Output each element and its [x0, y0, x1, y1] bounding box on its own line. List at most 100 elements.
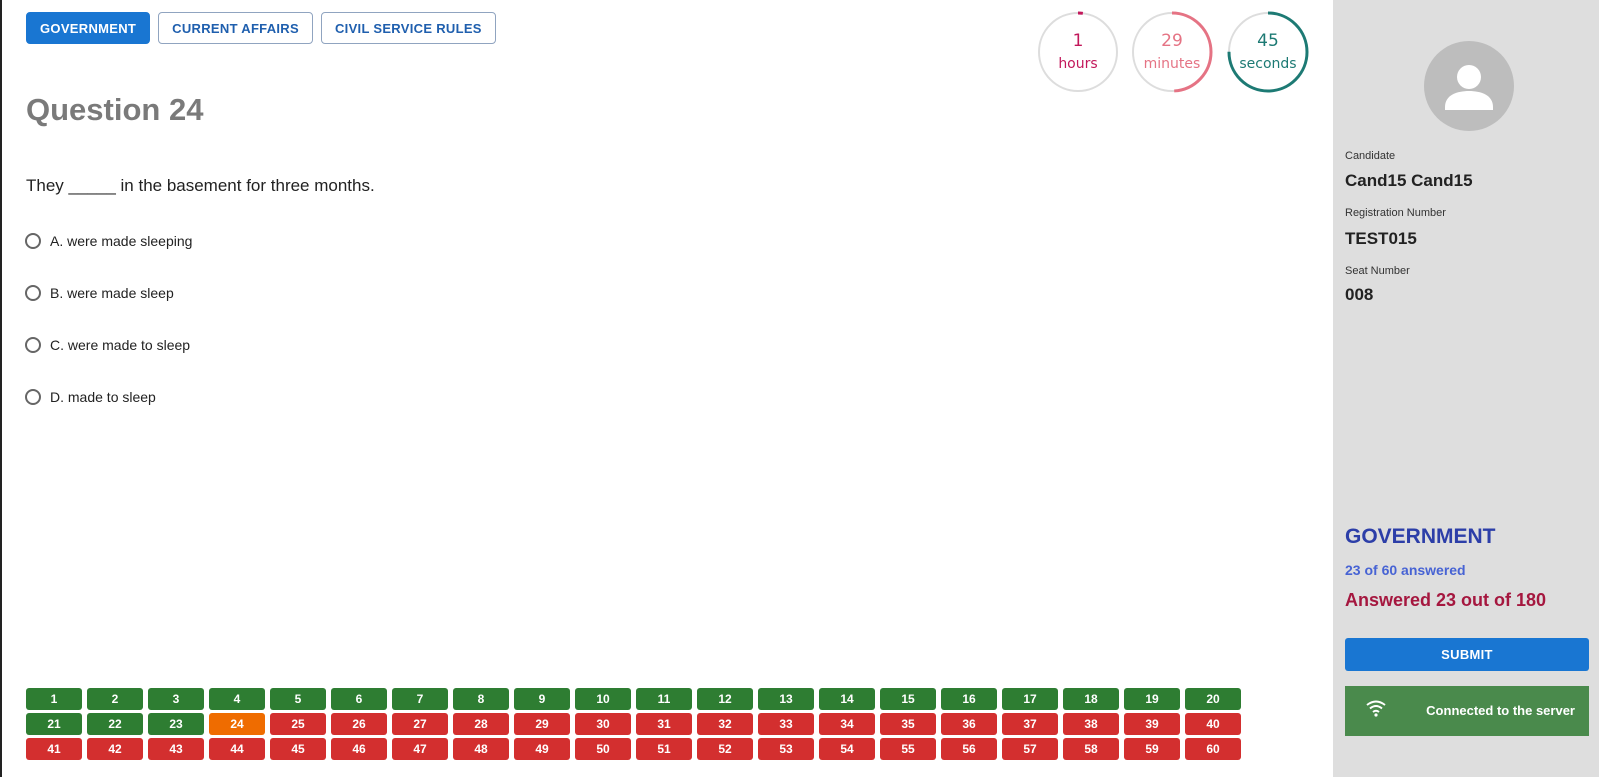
- question-nav-button-8[interactable]: 8: [453, 688, 509, 710]
- question-nav-button-30[interactable]: 30: [575, 713, 631, 735]
- question-nav-button-38[interactable]: 38: [1063, 713, 1119, 735]
- question-nav-button-14[interactable]: 14: [819, 688, 875, 710]
- question-nav-button-5[interactable]: 5: [270, 688, 326, 710]
- question-nav-button-13[interactable]: 13: [758, 688, 814, 710]
- question-nav-button-35[interactable]: 35: [880, 713, 936, 735]
- radio-button[interactable]: [25, 285, 41, 301]
- question-nav-button-41[interactable]: 41: [26, 738, 82, 760]
- connection-text: Connected to the server: [1426, 703, 1575, 718]
- connection-status: Connected to the server: [1345, 686, 1589, 736]
- question-nav-button-21[interactable]: 21: [26, 713, 82, 735]
- tab-civil-service-rules[interactable]: CIVIL SERVICE RULES: [320, 12, 496, 44]
- question-nav-button-3[interactable]: 3: [148, 688, 204, 710]
- question-nav-button-11[interactable]: 11: [636, 688, 692, 710]
- registration-label: Registration Number: [1345, 207, 1446, 219]
- radio-button[interactable]: [25, 337, 41, 353]
- tab-current-affairs[interactable]: CURRENT AFFAIRS: [158, 12, 313, 44]
- timer-hours-value: 1: [1072, 31, 1084, 51]
- timer-minutes-unit: minutes: [1143, 56, 1201, 72]
- question-nav-button-51[interactable]: 51: [636, 738, 692, 760]
- option-a[interactable]: A. were made sleeping: [25, 233, 192, 249]
- candidate-label: Candidate: [1345, 150, 1396, 162]
- timer-minutes-ring: [1131, 11, 1213, 93]
- timer-minutes: 29 minutes: [1131, 11, 1213, 93]
- question-nav-button-54[interactable]: 54: [819, 738, 875, 760]
- question-nav-button-28[interactable]: 28: [453, 713, 509, 735]
- question-nav-button-7[interactable]: 7: [392, 688, 448, 710]
- question-title: Question 24: [26, 92, 204, 127]
- timer-hours: 1 hours: [1037, 11, 1119, 93]
- question-nav-button-9[interactable]: 9: [514, 688, 570, 710]
- question-nav-button-56[interactable]: 56: [941, 738, 997, 760]
- question-nav-button-4[interactable]: 4: [209, 688, 265, 710]
- section-answered-count: 23 of 60 answered: [1345, 562, 1466, 578]
- question-nav-button-43[interactable]: 43: [148, 738, 204, 760]
- question-nav-button-15[interactable]: 15: [880, 688, 936, 710]
- radio-button[interactable]: [25, 389, 41, 405]
- timer-seconds-value: 45: [1257, 31, 1279, 51]
- question-nav-button-46[interactable]: 46: [331, 738, 387, 760]
- seat-number: 008: [1345, 285, 1374, 304]
- total-answered-count: Answered 23 out of 180: [1345, 590, 1547, 610]
- option-d[interactable]: D. made to sleep: [25, 389, 156, 405]
- question-nav-button-40[interactable]: 40: [1185, 713, 1241, 735]
- question-nav-button-20[interactable]: 20: [1185, 688, 1241, 710]
- question-nav-button-48[interactable]: 48: [453, 738, 509, 760]
- question-nav-button-33[interactable]: 33: [758, 713, 814, 735]
- option-b[interactable]: B. were made sleep: [25, 285, 174, 301]
- timer-seconds-unit: seconds: [1239, 56, 1297, 72]
- option-label: C. were made to sleep: [50, 337, 191, 353]
- section-name: GOVERNMENT: [1345, 525, 1496, 548]
- question-nav-button-50[interactable]: 50: [575, 738, 631, 760]
- question-nav-button-2[interactable]: 2: [87, 688, 143, 710]
- question-nav-button-53[interactable]: 53: [758, 738, 814, 760]
- question-nav-button-39[interactable]: 39: [1124, 713, 1180, 735]
- submit-button[interactable]: SUBMIT: [1345, 638, 1589, 671]
- registration-number: TEST015: [1345, 229, 1417, 248]
- question-navigator: 1 2 3 4 5 6 7 8 9 10 11 12 13 14 15 16 17 18 19 20 21 22 23 24 2…: [26, 688, 1241, 760]
- timer-hours-ring: [1037, 11, 1119, 93]
- question-nav-button-47[interactable]: 47: [392, 738, 448, 760]
- option-label: B. were made sleep: [50, 285, 174, 301]
- question-nav-button-19[interactable]: 19: [1124, 688, 1180, 710]
- option-label: D. made to sleep: [50, 389, 156, 405]
- question-nav-button-31[interactable]: 31: [636, 713, 692, 735]
- question-nav-button-29[interactable]: 29: [514, 713, 570, 735]
- question-nav-button-1[interactable]: 1: [26, 688, 82, 710]
- option-c[interactable]: C. were made to sleep: [25, 337, 190, 353]
- question-nav-button-44[interactable]: 44: [209, 738, 265, 760]
- question-nav-button-24[interactable]: 24: [209, 713, 265, 735]
- question-nav-button-25[interactable]: 25: [270, 713, 326, 735]
- question-nav-button-27[interactable]: 27: [392, 713, 448, 735]
- question-nav-button-59[interactable]: 59: [1124, 738, 1180, 760]
- question-nav-button-6[interactable]: 6: [331, 688, 387, 710]
- question-nav-button-36[interactable]: 36: [941, 713, 997, 735]
- question-nav-button-34[interactable]: 34: [819, 713, 875, 735]
- question-nav-button-58[interactable]: 58: [1063, 738, 1119, 760]
- question-nav-button-45[interactable]: 45: [270, 738, 326, 760]
- question-nav-button-42[interactable]: 42: [87, 738, 143, 760]
- question-nav-button-22[interactable]: 22: [87, 713, 143, 735]
- question-nav-button-17[interactable]: 17: [1002, 688, 1058, 710]
- question-nav-button-37[interactable]: 37: [1002, 713, 1058, 735]
- option-label: A. were made sleeping: [50, 233, 193, 249]
- question-nav-button-52[interactable]: 52: [697, 738, 753, 760]
- question-nav-button-12[interactable]: 12: [697, 688, 753, 710]
- question-nav-button-26[interactable]: 26: [331, 713, 387, 735]
- question-nav-button-49[interactable]: 49: [514, 738, 570, 760]
- question-nav-button-55[interactable]: 55: [880, 738, 936, 760]
- candidate-sidebar: Candidate Cand15 Cand15 Registration Num…: [1333, 0, 1599, 777]
- section-tabs: GOVERNMENT CURRENT AFFAIRS CIVIL SERVICE…: [26, 12, 496, 44]
- question-nav-button-16[interactable]: 16: [941, 688, 997, 710]
- avatar: [1424, 41, 1514, 131]
- question-nav-button-10[interactable]: 10: [575, 688, 631, 710]
- question-nav-button-23[interactable]: 23: [148, 713, 204, 735]
- timer-hours-unit: hours: [1058, 56, 1098, 72]
- timer-minutes-value: 29: [1161, 31, 1183, 51]
- tab-government[interactable]: GOVERNMENT: [26, 12, 151, 44]
- question-nav-button-60[interactable]: 60: [1185, 738, 1241, 760]
- question-nav-button-57[interactable]: 57: [1002, 738, 1058, 760]
- radio-button[interactable]: [25, 233, 41, 249]
- question-nav-button-18[interactable]: 18: [1063, 688, 1119, 710]
- question-nav-button-32[interactable]: 32: [697, 713, 753, 735]
